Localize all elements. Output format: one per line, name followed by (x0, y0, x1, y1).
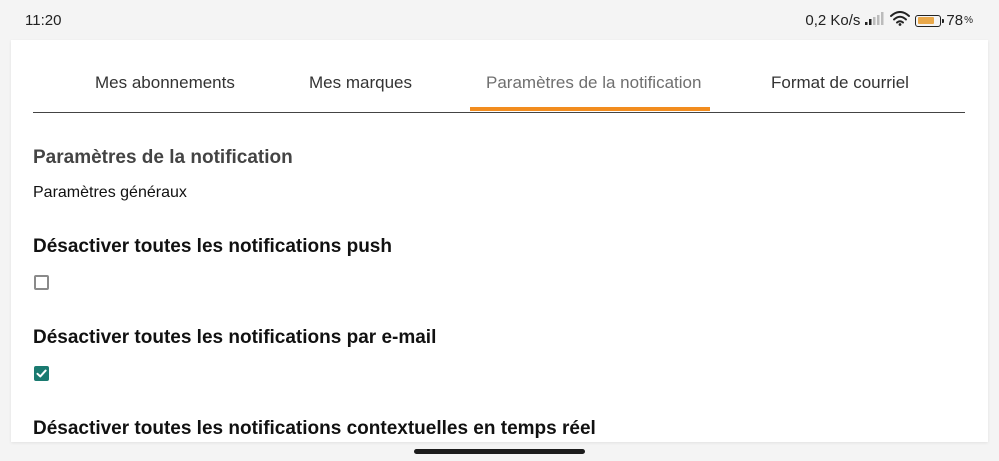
section-subtitle: Paramètres généraux (33, 184, 187, 201)
battery-level (917, 17, 935, 24)
tab-bar: Mes abonnements Mes marques Paramètres d… (33, 40, 965, 113)
status-indicators: 0,2 Ko/s 78% (805, 11, 973, 30)
option-label-push: Désactiver toutes les notifications push (33, 236, 392, 257)
tab-parametres-notification[interactable]: Paramètres de la notification (486, 73, 701, 93)
wifi-icon (890, 11, 911, 30)
section-title: Paramètres de la notification (33, 147, 293, 168)
home-gesture-handle[interactable] (414, 449, 585, 454)
tab-mes-abonnements[interactable]: Mes abonnements (95, 73, 235, 93)
battery-percent-sign: % (964, 15, 973, 26)
tab-format-courriel[interactable]: Format de courriel (771, 73, 909, 93)
option-label-email: Désactiver toutes les notifications par … (33, 327, 437, 348)
battery-icon (915, 14, 945, 27)
status-time: 11:20 (25, 12, 62, 29)
network-speed: 0,2 Ko/s (805, 12, 861, 29)
signal-icon (865, 12, 885, 29)
checkbox-disable-email[interactable] (34, 366, 49, 381)
tab-mes-marques[interactable]: Mes marques (309, 73, 412, 93)
checkbox-disable-push[interactable] (34, 275, 49, 290)
settings-card: Mes abonnements Mes marques Paramètres d… (11, 40, 988, 442)
battery-percent: 78 (946, 12, 964, 29)
active-tab-indicator (470, 107, 710, 111)
option-label-contextual: Désactiver toutes les notifications cont… (33, 418, 596, 439)
status-bar: 11:20 0,2 Ko/s 78% (0, 0, 999, 40)
